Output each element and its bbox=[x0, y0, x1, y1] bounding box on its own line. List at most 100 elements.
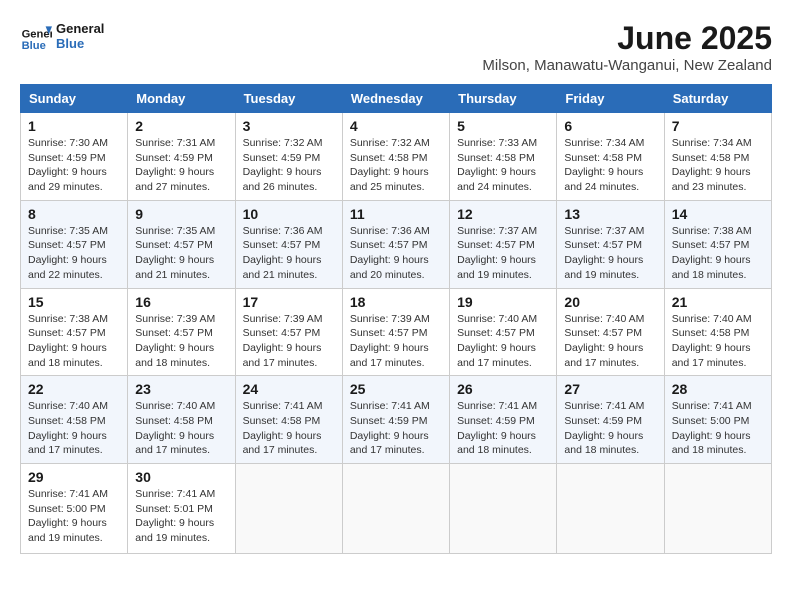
day-info: Sunrise: 7:41 AMSunset: 4:59 PMDaylight:… bbox=[350, 399, 442, 458]
day-number: 10 bbox=[243, 206, 335, 222]
day-number: 27 bbox=[564, 381, 656, 397]
day-number: 13 bbox=[564, 206, 656, 222]
logo-icon: General Blue bbox=[20, 20, 52, 52]
day-info: Sunrise: 7:36 AMSunset: 4:57 PMDaylight:… bbox=[243, 224, 335, 283]
calendar-cell: 27 Sunrise: 7:41 AMSunset: 4:59 PMDaylig… bbox=[557, 376, 664, 464]
calendar-body: 1 Sunrise: 7:30 AMSunset: 4:59 PMDayligh… bbox=[21, 113, 772, 554]
calendar-week-row: 22 Sunrise: 7:40 AMSunset: 4:58 PMDaylig… bbox=[21, 376, 772, 464]
calendar-cell: 11 Sunrise: 7:36 AMSunset: 4:57 PMDaylig… bbox=[342, 200, 449, 288]
day-info: Sunrise: 7:32 AMSunset: 4:58 PMDaylight:… bbox=[350, 136, 442, 195]
day-info: Sunrise: 7:38 AMSunset: 4:57 PMDaylight:… bbox=[28, 312, 120, 371]
header-tuesday: Tuesday bbox=[235, 85, 342, 113]
day-number: 8 bbox=[28, 206, 120, 222]
calendar-cell bbox=[235, 464, 342, 554]
calendar-cell: 10 Sunrise: 7:36 AMSunset: 4:57 PMDaylig… bbox=[235, 200, 342, 288]
day-info: Sunrise: 7:41 AMSunset: 5:00 PMDaylight:… bbox=[672, 399, 764, 458]
header-thursday: Thursday bbox=[450, 85, 557, 113]
day-number: 18 bbox=[350, 294, 442, 310]
calendar-cell: 22 Sunrise: 7:40 AMSunset: 4:58 PMDaylig… bbox=[21, 376, 128, 464]
day-number: 4 bbox=[350, 118, 442, 134]
calendar-cell: 5 Sunrise: 7:33 AMSunset: 4:58 PMDayligh… bbox=[450, 113, 557, 201]
day-number: 1 bbox=[28, 118, 120, 134]
calendar-week-row: 15 Sunrise: 7:38 AMSunset: 4:57 PMDaylig… bbox=[21, 288, 772, 376]
day-info: Sunrise: 7:40 AMSunset: 4:58 PMDaylight:… bbox=[135, 399, 227, 458]
day-info: Sunrise: 7:40 AMSunset: 4:57 PMDaylight:… bbox=[564, 312, 656, 371]
header-sunday: Sunday bbox=[21, 85, 128, 113]
day-number: 2 bbox=[135, 118, 227, 134]
calendar-cell: 28 Sunrise: 7:41 AMSunset: 5:00 PMDaylig… bbox=[664, 376, 771, 464]
day-number: 7 bbox=[672, 118, 764, 134]
day-info: Sunrise: 7:41 AMSunset: 5:01 PMDaylight:… bbox=[135, 487, 227, 546]
day-info: Sunrise: 7:39 AMSunset: 4:57 PMDaylight:… bbox=[135, 312, 227, 371]
day-number: 22 bbox=[28, 381, 120, 397]
day-info: Sunrise: 7:31 AMSunset: 4:59 PMDaylight:… bbox=[135, 136, 227, 195]
day-number: 30 bbox=[135, 469, 227, 485]
day-number: 6 bbox=[564, 118, 656, 134]
calendar-cell: 21 Sunrise: 7:40 AMSunset: 4:58 PMDaylig… bbox=[664, 288, 771, 376]
calendar-week-row: 8 Sunrise: 7:35 AMSunset: 4:57 PMDayligh… bbox=[21, 200, 772, 288]
calendar-title: June 2025 bbox=[482, 20, 772, 57]
day-number: 11 bbox=[350, 206, 442, 222]
calendar-cell: 17 Sunrise: 7:39 AMSunset: 4:57 PMDaylig… bbox=[235, 288, 342, 376]
day-info: Sunrise: 7:40 AMSunset: 4:57 PMDaylight:… bbox=[457, 312, 549, 371]
day-info: Sunrise: 7:41 AMSunset: 4:59 PMDaylight:… bbox=[564, 399, 656, 458]
calendar-cell: 20 Sunrise: 7:40 AMSunset: 4:57 PMDaylig… bbox=[557, 288, 664, 376]
day-info: Sunrise: 7:38 AMSunset: 4:57 PMDaylight:… bbox=[672, 224, 764, 283]
day-info: Sunrise: 7:40 AMSunset: 4:58 PMDaylight:… bbox=[28, 399, 120, 458]
day-number: 5 bbox=[457, 118, 549, 134]
calendar-cell bbox=[664, 464, 771, 554]
day-number: 19 bbox=[457, 294, 549, 310]
day-number: 29 bbox=[28, 469, 120, 485]
day-number: 24 bbox=[243, 381, 335, 397]
day-number: 9 bbox=[135, 206, 227, 222]
day-info: Sunrise: 7:40 AMSunset: 4:58 PMDaylight:… bbox=[672, 312, 764, 371]
calendar-cell: 15 Sunrise: 7:38 AMSunset: 4:57 PMDaylig… bbox=[21, 288, 128, 376]
day-number: 21 bbox=[672, 294, 764, 310]
calendar-cell: 29 Sunrise: 7:41 AMSunset: 5:00 PMDaylig… bbox=[21, 464, 128, 554]
calendar-table: Sunday Monday Tuesday Wednesday Thursday… bbox=[20, 84, 772, 554]
calendar-cell bbox=[342, 464, 449, 554]
calendar-cell: 16 Sunrise: 7:39 AMSunset: 4:57 PMDaylig… bbox=[128, 288, 235, 376]
calendar-cell: 8 Sunrise: 7:35 AMSunset: 4:57 PMDayligh… bbox=[21, 200, 128, 288]
header-wednesday: Wednesday bbox=[342, 85, 449, 113]
calendar-cell: 26 Sunrise: 7:41 AMSunset: 4:59 PMDaylig… bbox=[450, 376, 557, 464]
day-number: 16 bbox=[135, 294, 227, 310]
calendar-cell: 4 Sunrise: 7:32 AMSunset: 4:58 PMDayligh… bbox=[342, 113, 449, 201]
day-info: Sunrise: 7:32 AMSunset: 4:59 PMDaylight:… bbox=[243, 136, 335, 195]
calendar-cell: 12 Sunrise: 7:37 AMSunset: 4:57 PMDaylig… bbox=[450, 200, 557, 288]
calendar-cell: 7 Sunrise: 7:34 AMSunset: 4:58 PMDayligh… bbox=[664, 113, 771, 201]
day-info: Sunrise: 7:33 AMSunset: 4:58 PMDaylight:… bbox=[457, 136, 549, 195]
day-info: Sunrise: 7:41 AMSunset: 5:00 PMDaylight:… bbox=[28, 487, 120, 546]
day-info: Sunrise: 7:36 AMSunset: 4:57 PMDaylight:… bbox=[350, 224, 442, 283]
day-info: Sunrise: 7:41 AMSunset: 4:59 PMDaylight:… bbox=[457, 399, 549, 458]
day-info: Sunrise: 7:39 AMSunset: 4:57 PMDaylight:… bbox=[243, 312, 335, 371]
calendar-week-row: 29 Sunrise: 7:41 AMSunset: 5:00 PMDaylig… bbox=[21, 464, 772, 554]
calendar-cell: 6 Sunrise: 7:34 AMSunset: 4:58 PMDayligh… bbox=[557, 113, 664, 201]
header-saturday: Saturday bbox=[664, 85, 771, 113]
day-number: 26 bbox=[457, 381, 549, 397]
calendar-cell: 25 Sunrise: 7:41 AMSunset: 4:59 PMDaylig… bbox=[342, 376, 449, 464]
calendar-cell: 30 Sunrise: 7:41 AMSunset: 5:01 PMDaylig… bbox=[128, 464, 235, 554]
calendar-cell: 19 Sunrise: 7:40 AMSunset: 4:57 PMDaylig… bbox=[450, 288, 557, 376]
calendar-cell: 18 Sunrise: 7:39 AMSunset: 4:57 PMDaylig… bbox=[342, 288, 449, 376]
calendar-cell: 2 Sunrise: 7:31 AMSunset: 4:59 PMDayligh… bbox=[128, 113, 235, 201]
day-number: 14 bbox=[672, 206, 764, 222]
day-number: 17 bbox=[243, 294, 335, 310]
calendar-cell bbox=[557, 464, 664, 554]
logo-blue: Blue bbox=[56, 36, 104, 51]
calendar-cell: 14 Sunrise: 7:38 AMSunset: 4:57 PMDaylig… bbox=[664, 200, 771, 288]
calendar-week-row: 1 Sunrise: 7:30 AMSunset: 4:59 PMDayligh… bbox=[21, 113, 772, 201]
calendar-cell: 1 Sunrise: 7:30 AMSunset: 4:59 PMDayligh… bbox=[21, 113, 128, 201]
day-info: Sunrise: 7:37 AMSunset: 4:57 PMDaylight:… bbox=[564, 224, 656, 283]
header-row: Sunday Monday Tuesday Wednesday Thursday… bbox=[21, 85, 772, 113]
page-header: General Blue General Blue June 2025 Mils… bbox=[20, 20, 772, 74]
day-number: 25 bbox=[350, 381, 442, 397]
day-info: Sunrise: 7:37 AMSunset: 4:57 PMDaylight:… bbox=[457, 224, 549, 283]
day-number: 3 bbox=[243, 118, 335, 134]
header-friday: Friday bbox=[557, 85, 664, 113]
title-section: June 2025 Milson, Manawatu-Wanganui, New… bbox=[482, 20, 772, 74]
calendar-header: Sunday Monday Tuesday Wednesday Thursday… bbox=[21, 85, 772, 113]
logo: General Blue General Blue bbox=[20, 20, 104, 52]
calendar-subtitle: Milson, Manawatu-Wanganui, New Zealand bbox=[482, 57, 772, 74]
calendar-cell: 9 Sunrise: 7:35 AMSunset: 4:57 PMDayligh… bbox=[128, 200, 235, 288]
